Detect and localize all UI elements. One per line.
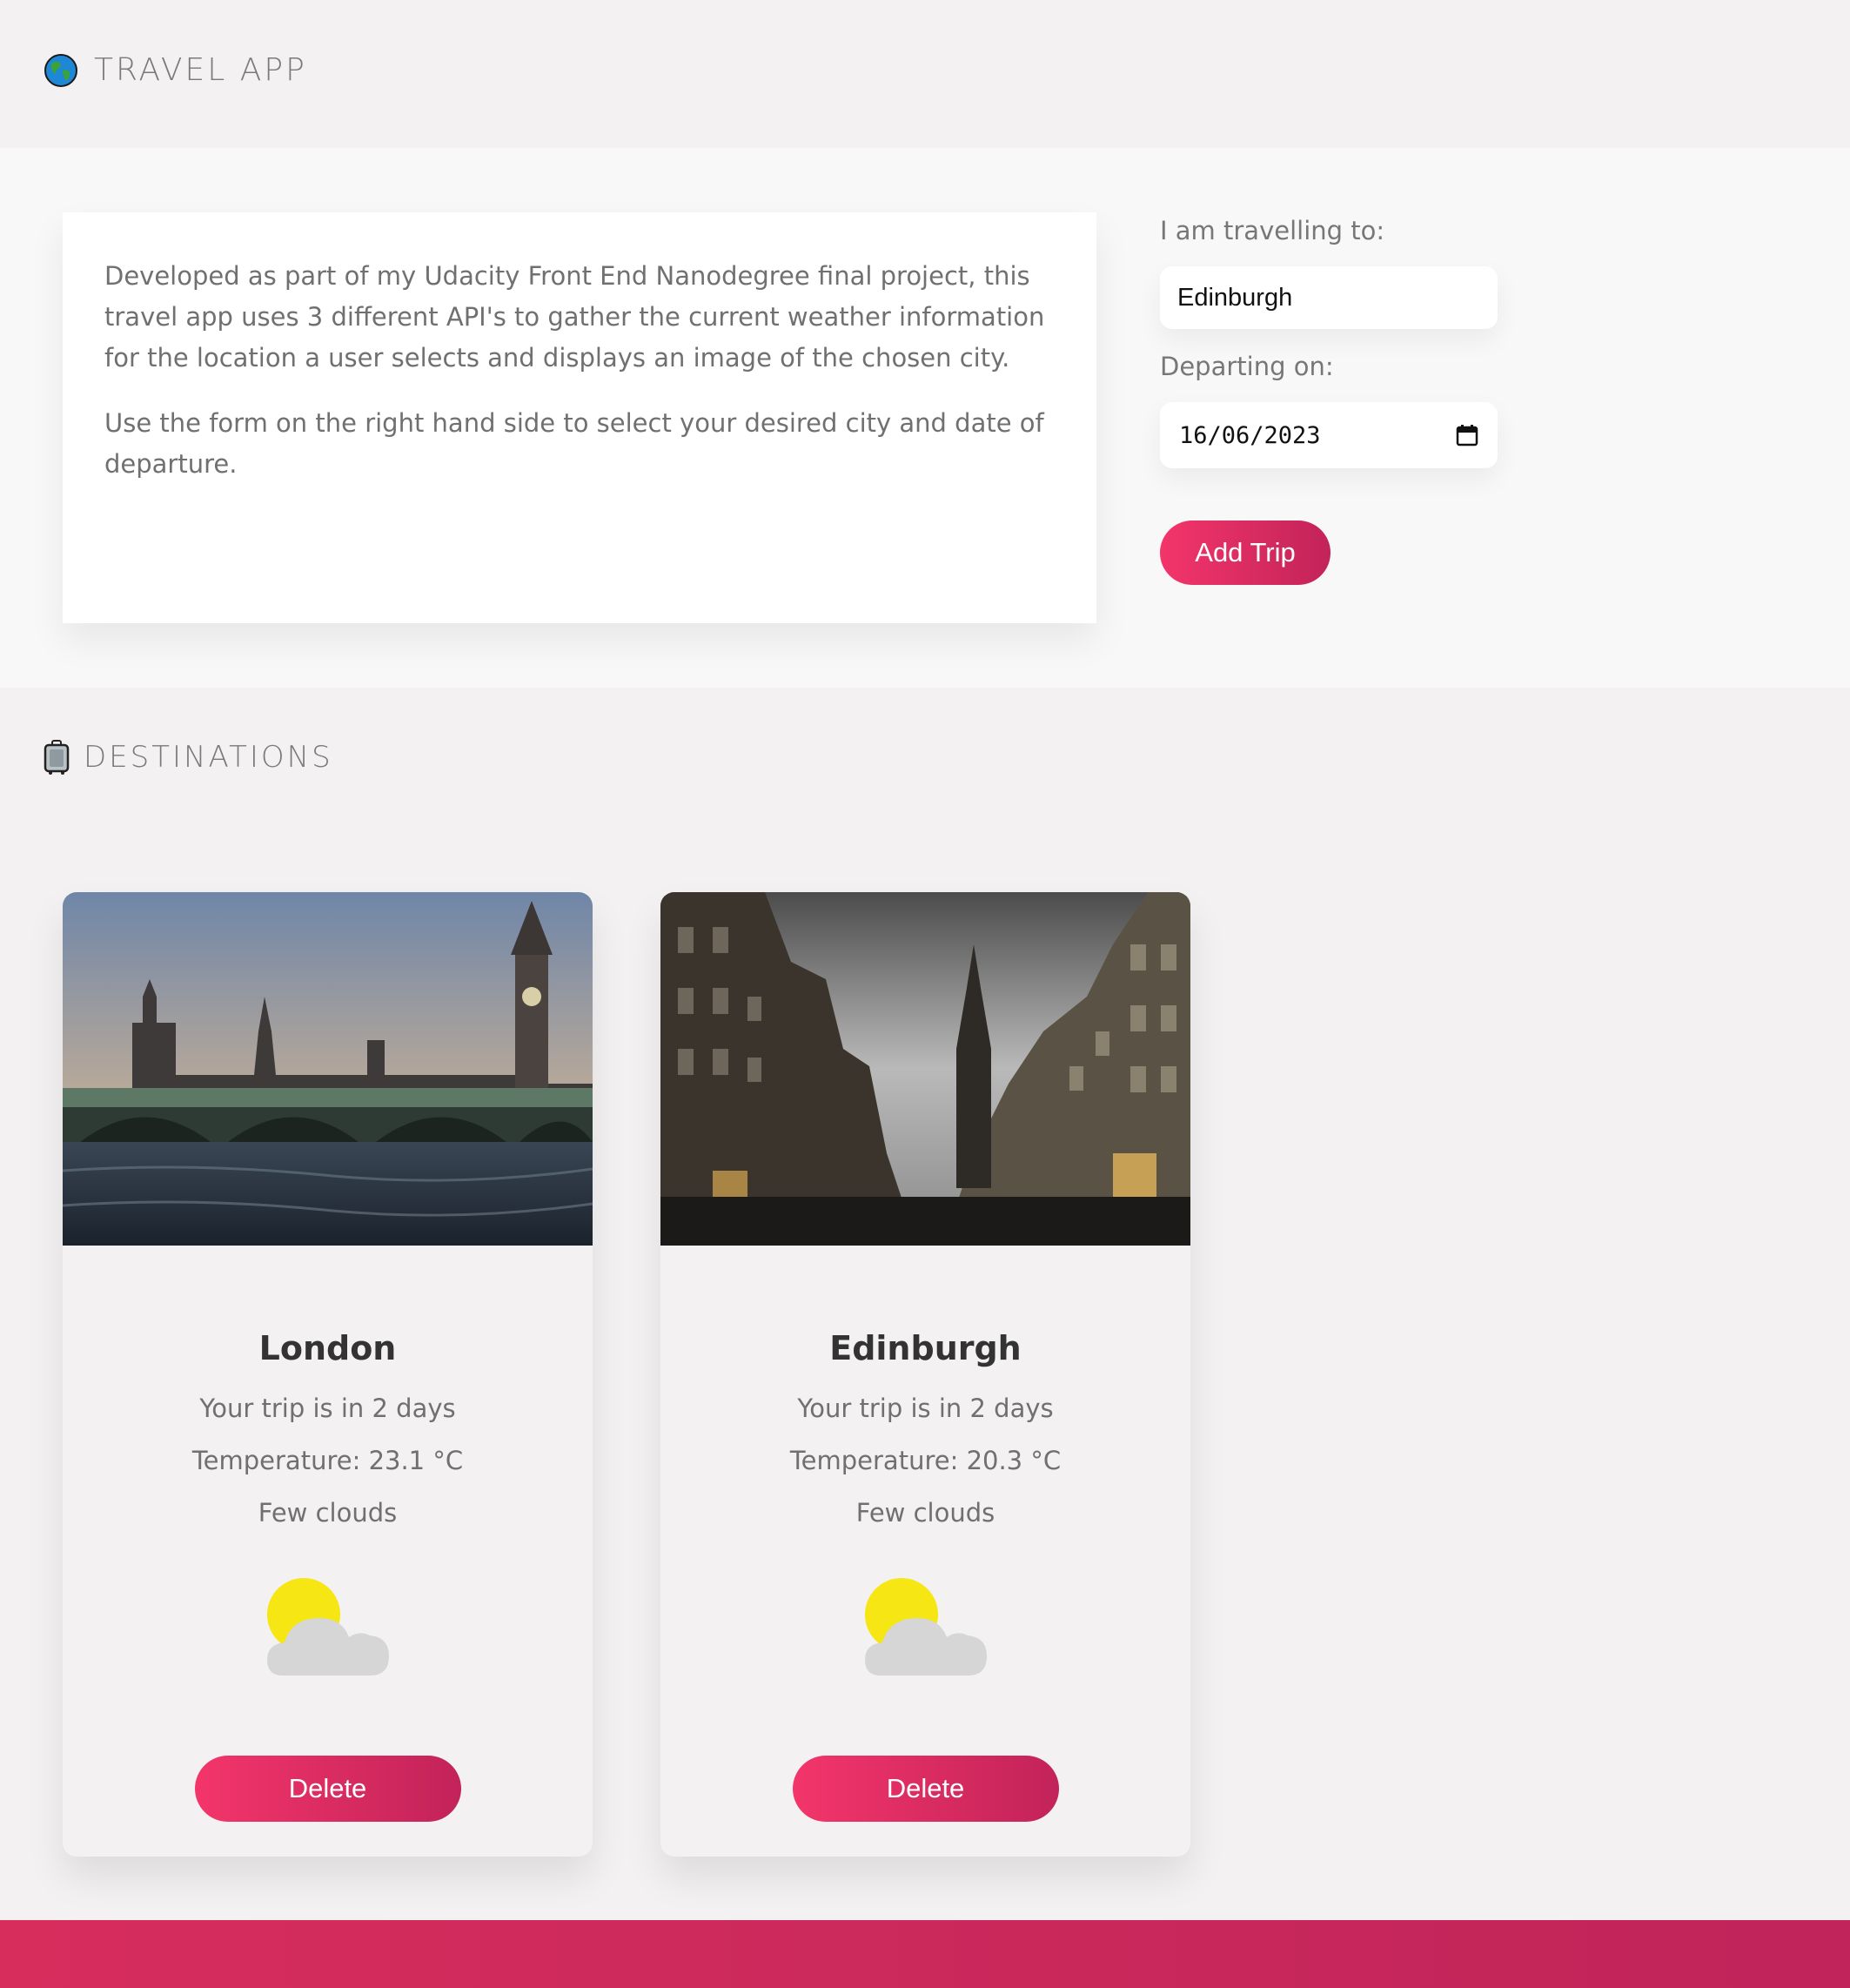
destinations-title: DESTINATIONS bbox=[84, 740, 333, 775]
destination-card: London Your trip is in 2 days Temperatur… bbox=[63, 892, 593, 1857]
city-name: Edinburgh bbox=[829, 1329, 1022, 1367]
trip-countdown: Your trip is in 2 days bbox=[199, 1394, 456, 1423]
app-header: TRAVEL APP bbox=[0, 0, 1850, 148]
destination-label: I am travelling to: bbox=[1160, 216, 1385, 245]
globe-icon bbox=[44, 53, 77, 87]
few-clouds-icon bbox=[266, 1578, 389, 1676]
luggage-icon bbox=[44, 740, 70, 775]
calendar-icon[interactable] bbox=[1456, 424, 1478, 447]
departure-date-input[interactable]: 16/06/2023 bbox=[1160, 402, 1498, 468]
intro-paragraph: Use the form on the right hand side to s… bbox=[104, 408, 1044, 479]
card-body: London Your trip is in 2 days Temperatur… bbox=[63, 1329, 593, 1822]
trip-countdown: Your trip is in 2 days bbox=[797, 1394, 1054, 1423]
few-clouds-icon bbox=[864, 1578, 987, 1676]
temperature: Temperature: 20.3 °C bbox=[789, 1446, 1062, 1475]
add-trip-button[interactable]: Add Trip bbox=[1160, 521, 1331, 585]
temperature: Temperature: 23.1 °C bbox=[191, 1446, 464, 1475]
footer-bar bbox=[0, 1920, 1850, 1988]
destinations-heading: DESTINATIONS bbox=[44, 740, 333, 775]
delete-button[interactable]: Delete bbox=[792, 1756, 1059, 1822]
destination-input-value: Edinburgh bbox=[1177, 283, 1293, 312]
weather-description: Few clouds bbox=[258, 1498, 398, 1528]
intro-paragraph: Developed as part of my Udacity Front En… bbox=[104, 261, 1045, 373]
city-photo bbox=[63, 892, 593, 1246]
destination-input[interactable]: Edinburgh bbox=[1160, 266, 1498, 329]
city-name: London bbox=[258, 1329, 397, 1367]
intro-card: Developed as part of my Udacity Front En… bbox=[63, 212, 1096, 623]
destination-card: Edinburgh Your trip is in 2 days Tempera… bbox=[660, 892, 1190, 1857]
app-title: TRAVEL APP bbox=[94, 52, 307, 88]
delete-button[interactable]: Delete bbox=[194, 1756, 461, 1822]
card-body: Edinburgh Your trip is in 2 days Tempera… bbox=[660, 1329, 1190, 1822]
city-photo bbox=[660, 892, 1190, 1246]
date-label: Departing on: bbox=[1160, 352, 1334, 381]
hero-section: Developed as part of my Udacity Front En… bbox=[0, 148, 1850, 688]
weather-description: Few clouds bbox=[855, 1498, 995, 1528]
departure-date-value: 16/06/2023 bbox=[1179, 421, 1321, 449]
brand: TRAVEL APP bbox=[44, 52, 307, 88]
trip-form: I am travelling to: Edinburgh Departing … bbox=[1160, 216, 1508, 585]
